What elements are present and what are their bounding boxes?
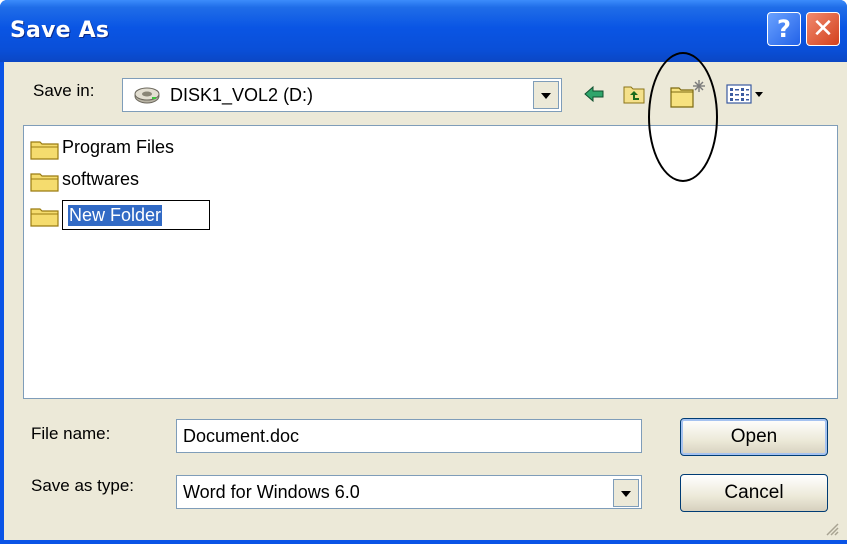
save-in-label-text: Save in: xyxy=(33,81,95,100)
save-as-type-dropdown-arrow[interactable] xyxy=(613,479,639,507)
save-in-dropdown-arrow[interactable] xyxy=(533,81,559,109)
cancel-button-label: Cancel xyxy=(724,482,784,503)
up-one-level-icon[interactable] xyxy=(622,82,646,106)
open-button[interactable]: Open xyxy=(680,418,828,456)
save-in-dropdown[interactable]: DISK1_VOL2 (D:) xyxy=(122,78,562,112)
save-as-type-dropdown[interactable]: Word for Windows 6.0 xyxy=(176,475,642,509)
help-button[interactable]: ? xyxy=(767,12,801,46)
folder-name: Program Files xyxy=(62,137,175,157)
folder-icon xyxy=(30,208,59,227)
open-button-label: Open xyxy=(730,426,778,447)
folder-icon xyxy=(30,173,59,192)
folder-name: softwares xyxy=(62,169,140,189)
hard-drive-icon xyxy=(134,87,160,104)
file-list[interactable]: Program Files softwares New Folder xyxy=(23,125,838,399)
folder-icon xyxy=(30,141,59,160)
cancel-button[interactable]: Cancel xyxy=(680,474,828,512)
save-in-value: DISK1_VOL2 (D:) xyxy=(170,85,314,105)
save-as-dialog: Save As ? ✕ Save in: DISK1_VOL2 (D:) Pro… xyxy=(0,0,847,544)
file-name-label: File name: xyxy=(31,424,110,444)
save-as-type-label-text: Save as type: xyxy=(31,476,135,495)
annotation-circle xyxy=(648,52,718,182)
file-name-value: Document.doc xyxy=(183,426,300,446)
file-name-label-text: File name: xyxy=(31,424,111,443)
close-button[interactable]: ✕ xyxy=(806,12,840,46)
resize-grip-icon[interactable] xyxy=(825,522,839,536)
file-name-field[interactable]: Document.doc xyxy=(176,419,642,453)
views-menu-icon[interactable] xyxy=(726,82,764,106)
save-as-type-label: Save as type: xyxy=(31,476,134,496)
save-as-type-value: Word for Windows 6.0 xyxy=(183,482,360,502)
save-in-label: Save in: xyxy=(33,81,94,101)
rename-selected-text: New Folder xyxy=(68,205,163,226)
back-icon[interactable] xyxy=(582,82,606,106)
dialog-title: Save As xyxy=(10,18,110,43)
rename-input[interactable]: New Folder xyxy=(62,200,210,230)
title-bar[interactable]: Save As ? ✕ xyxy=(0,0,847,62)
